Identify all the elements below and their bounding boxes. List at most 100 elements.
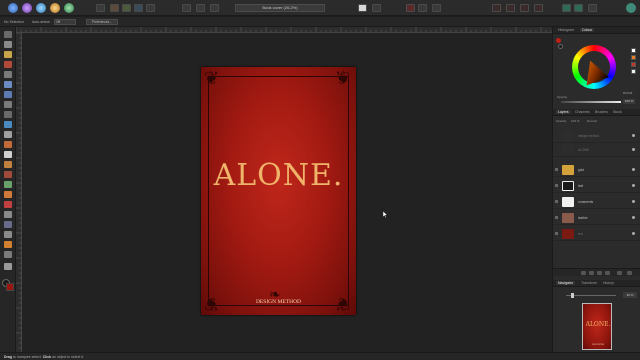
preferences-button[interactable]: Preferences... (86, 19, 118, 25)
visibility-icon[interactable] (632, 184, 635, 187)
document-title[interactable]: Book cover (26.2%) (235, 4, 325, 12)
layer-row[interactable]: design method (553, 129, 640, 143)
visibility-icon[interactable] (632, 200, 635, 203)
tone-mapping-persona-icon[interactable] (50, 3, 60, 13)
visibility-icon[interactable] (632, 148, 635, 151)
layer-row[interactable]: red (553, 227, 640, 241)
secondary-colour-swatch-panel[interactable] (558, 44, 563, 49)
book-cover-page[interactable]: ❦ ❦ ❦ ❦ ❧ ALONE. DESIGN METHOD (201, 67, 356, 315)
layer-row[interactable]: leather (553, 211, 640, 225)
mask-layer-icon[interactable] (581, 271, 586, 275)
delete-layer-icon[interactable] (627, 271, 632, 275)
crop-tool-icon[interactable] (4, 71, 12, 78)
tab-brushes[interactable]: Brushes (593, 110, 610, 114)
navigator-preview[interactable]: ALONE. DESIGN METHOD (582, 303, 612, 350)
auto-select-dropdown[interactable]: Off (54, 19, 76, 25)
group-icon[interactable] (605, 271, 610, 275)
freehand-selection-icon[interactable] (4, 111, 12, 118)
adjustment-icon[interactable] (589, 271, 594, 275)
refine-selection-button[interactable] (196, 4, 205, 12)
layer-row[interactable]: ornaments (553, 195, 640, 209)
studio-link-button[interactable] (562, 4, 571, 12)
zoom-value[interactable]: 26 % (623, 292, 637, 298)
flood-fill-icon[interactable] (4, 121, 12, 128)
colour-mode-button[interactable] (418, 4, 427, 12)
rgb-mode-button[interactable] (406, 4, 415, 12)
blend-mode-dropdown[interactable]: Normal (587, 119, 597, 123)
tab-stock[interactable]: Stock (611, 110, 624, 114)
align-button[interactable] (506, 4, 515, 12)
layer-opacity-value[interactable]: 100 % (571, 119, 580, 123)
colour-swatch-white[interactable] (631, 48, 636, 53)
transform-button[interactable] (520, 4, 529, 12)
develop-persona-icon[interactable] (36, 3, 46, 13)
colour-swatch-red[interactable] (631, 62, 636, 67)
color-picker-tool-icon[interactable] (4, 51, 12, 58)
move-tool-icon[interactable] (4, 41, 12, 48)
live-filter-icon[interactable] (597, 271, 602, 275)
selection-brush-icon[interactable] (4, 81, 12, 88)
assistant-button[interactable] (372, 4, 381, 12)
paint-brush-tool-icon[interactable] (4, 61, 12, 68)
gradient-tool-icon[interactable] (4, 131, 12, 138)
mirror-button[interactable] (432, 4, 441, 12)
visibility-icon[interactable] (632, 232, 635, 235)
distribute-button[interactable] (534, 4, 543, 12)
red-eye-icon[interactable] (4, 201, 12, 208)
liquify-persona-icon[interactable] (22, 3, 32, 13)
auto-colours-button[interactable] (134, 4, 143, 12)
tab-history[interactable]: History (601, 281, 616, 285)
layer-row[interactable]: leaf (553, 179, 640, 193)
secondary-colour-swatch[interactable] (6, 283, 14, 291)
zoom-slider-handle[interactable] (571, 293, 574, 298)
erase-brush-icon[interactable] (4, 151, 12, 158)
auto-white-balance-button[interactable] (146, 4, 155, 12)
lock-icon[interactable] (555, 216, 558, 219)
text-tool-icon[interactable] (4, 241, 12, 248)
lock-icon[interactable] (555, 200, 558, 203)
canvas[interactable]: ❦ ❦ ❦ ❦ ❧ ALONE. DESIGN METHOD (22, 33, 552, 352)
quick-mask-button[interactable] (210, 4, 219, 12)
smudge-brush-icon[interactable] (4, 211, 12, 218)
share-button[interactable] (588, 4, 597, 12)
tab-transform[interactable]: Transform (579, 281, 599, 285)
cover-footer[interactable]: DESIGN METHOD (201, 299, 356, 305)
layer-row[interactable]: gold (553, 163, 640, 177)
lock-icon[interactable] (555, 168, 558, 171)
selection-brush-button[interactable] (182, 4, 191, 12)
view-tool-icon[interactable] (4, 31, 12, 38)
tab-navigator[interactable]: Navigator (556, 281, 575, 285)
stock-button[interactable] (574, 4, 583, 12)
add-layer-icon[interactable] (617, 271, 622, 275)
layer-row[interactable]: ALONE. (553, 143, 640, 157)
current-colour-swatch[interactable] (556, 38, 561, 43)
cover-title[interactable]: ALONE. (201, 158, 356, 193)
pixel-tool-icon[interactable] (4, 141, 12, 148)
zoom-tool-icon[interactable] (4, 251, 12, 258)
shape-tool-icon[interactable] (4, 231, 12, 238)
tab-layers[interactable]: Layers (556, 110, 571, 114)
auto-contrast-button[interactable] (122, 4, 131, 12)
tab-histogram[interactable]: Histogram (556, 28, 576, 32)
visibility-icon[interactable] (632, 134, 635, 137)
visibility-icon[interactable] (632, 216, 635, 219)
visibility-icon[interactable] (632, 168, 635, 171)
auto-levels-button[interactable] (110, 4, 119, 12)
pen-tool-icon[interactable] (4, 221, 12, 228)
colour-swatch-light[interactable] (631, 69, 636, 74)
blemish-removal-icon[interactable] (4, 191, 12, 198)
account-icon[interactable] (626, 3, 636, 13)
colour-swatch-orange[interactable] (631, 55, 636, 60)
arrange-button[interactable] (492, 4, 501, 12)
photo-persona-icon[interactable] (8, 3, 18, 13)
marquee-tool-icon[interactable] (4, 101, 12, 108)
opacity-value[interactable]: 100 % (623, 99, 635, 104)
dodge-brush-icon[interactable] (4, 161, 12, 168)
view-tool-button[interactable] (96, 4, 105, 12)
tab-channels[interactable]: Channels (573, 110, 592, 114)
snapping-button[interactable] (358, 4, 367, 12)
lock-icon[interactable] (555, 232, 558, 235)
lock-icon[interactable] (555, 184, 558, 187)
flood-select-icon[interactable] (4, 91, 12, 98)
export-persona-icon[interactable] (64, 3, 74, 13)
